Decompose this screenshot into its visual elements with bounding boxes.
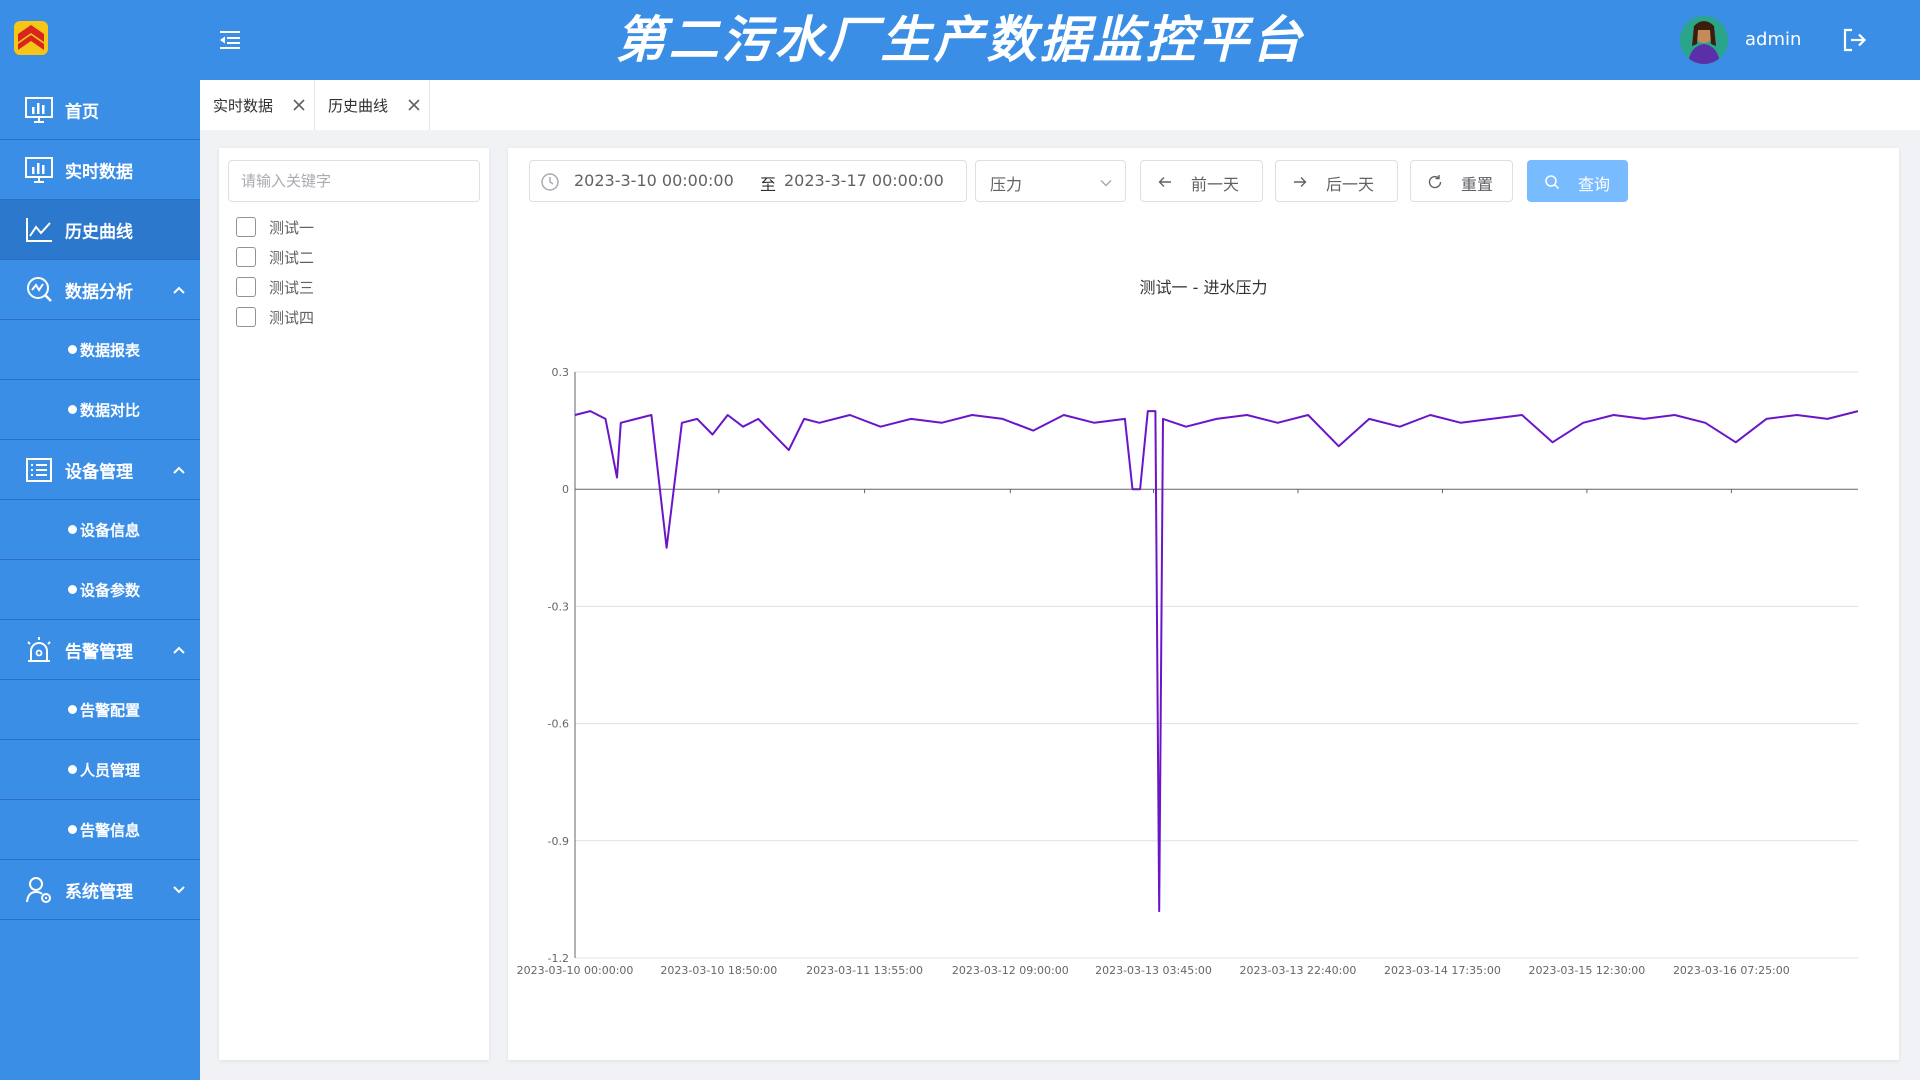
sidebar-subitem-label: 数据报表 — [80, 341, 141, 359]
logout-icon[interactable] — [1840, 26, 1868, 54]
bar-chart-icon — [25, 156, 53, 183]
sidebar-item-label: 告警管理 — [65, 642, 133, 662]
y-tick-label: -0.3 — [548, 600, 569, 613]
sidebar-item-label: 系统管理 — [65, 882, 133, 902]
close-icon[interactable] — [407, 98, 421, 112]
sidebar-item-label: 历史曲线 — [65, 222, 133, 242]
checkbox-label: 测试四 — [269, 308, 315, 327]
checkbox-option[interactable]: 测试三 — [236, 275, 314, 299]
bullet-dot-icon — [68, 344, 77, 354]
point-filter-panel: 测试一 测试二 测试三 测试四 — [219, 148, 489, 1060]
bullet-dot-icon — [68, 764, 77, 774]
tabs-bar: 实时数据 历史曲线 — [200, 80, 1920, 130]
y-tick-label: -0.6 — [548, 718, 569, 731]
chevron-up-icon — [173, 286, 185, 294]
pressure-series-line — [574, 410, 1859, 913]
line-chart-icon — [26, 217, 52, 242]
x-tick-label: 2023-03-16 07:25:00 — [1673, 964, 1790, 977]
analysis-icon — [27, 276, 52, 302]
x-tick-label: 2023-03-12 09:00:00 — [952, 964, 1069, 977]
checkbox-box[interactable] — [236, 307, 256, 327]
chevron-down-icon — [173, 885, 185, 893]
tab-label: 实时数据 — [213, 96, 274, 115]
sidebar-item-label: 实时数据 — [65, 162, 133, 182]
y-tick-label: 0.3 — [552, 366, 570, 379]
sidebar-item-system-management[interactable]: 系统管理 — [0, 860, 200, 920]
chevron-up-icon — [173, 646, 185, 654]
sidebar-item-label: 首页 — [65, 102, 99, 122]
bullet-dot-icon — [68, 704, 77, 714]
tab-history-curve[interactable]: 历史曲线 — [315, 80, 430, 130]
sidebar-subitem-data-report[interactable]: 数据报表 — [0, 320, 200, 380]
sidebar-item-home[interactable]: 首页 — [0, 80, 200, 140]
y-tick-label: -0.9 — [548, 835, 569, 848]
sidebar-subitem-data-compare[interactable]: 数据对比 — [0, 380, 200, 440]
sidebar-subitem-personnel[interactable]: 人员管理 — [0, 740, 200, 800]
sidebar-item-label: 设备管理 — [65, 462, 133, 482]
sidebar-subitem-label: 设备参数 — [80, 581, 141, 599]
bullet-dot-icon — [68, 824, 77, 834]
user-settings-icon — [26, 876, 51, 903]
checkbox-box[interactable] — [236, 217, 256, 237]
chevron-up-icon — [173, 466, 185, 474]
checkbox-label: 测试二 — [269, 248, 315, 267]
bullet-dot-icon — [68, 404, 77, 414]
sidebar-item-data-analysis[interactable]: 数据分析 — [0, 260, 200, 320]
checkbox-label: 测试三 — [269, 278, 315, 297]
sidebar-subitem-label: 告警信息 — [80, 821, 141, 839]
app-title: 第二污水厂生产数据监控平台 — [615, 11, 1305, 69]
history-chart-panel: 2023-3-10 00:00:00 至 2023-3-17 00:00:00 … — [508, 148, 1899, 1060]
username[interactable]: admin — [1745, 28, 1801, 52]
avatar[interactable] — [1680, 16, 1728, 64]
x-tick-label: 2023-03-13 03:45:00 — [1095, 964, 1212, 977]
sidebar-subitem-label: 告警配置 — [80, 701, 141, 719]
y-tick-label: 0 — [562, 483, 569, 496]
tab-label: 历史曲线 — [328, 96, 389, 115]
sidebar-subitem-device-params[interactable]: 设备参数 — [0, 560, 200, 620]
checkbox-option[interactable]: 测试四 — [236, 305, 314, 329]
sidebar-item-device-management[interactable]: 设备管理 — [0, 440, 200, 500]
checkbox-option[interactable]: 测试一 — [236, 215, 314, 239]
sidebar-menu: 首页 实时数据 历史曲线 数据分析 数据报表 数据对比 设备管理 设备信息 设备… — [0, 80, 200, 1080]
pressure-line-chart: 0.30-0.3-0.6-0.9-1.22023-03-10 00:00:00 2… — [517, 366, 1859, 977]
sidebar-item-realtime-data[interactable]: 实时数据 — [0, 140, 200, 200]
sidebar-subitem-label: 人员管理 — [80, 761, 141, 779]
sidebar-subitem-alarm-config[interactable]: 告警配置 — [0, 680, 200, 740]
avatar-image-icon — [1680, 16, 1728, 64]
sidebar-subitem-alarm-info[interactable]: 告警信息 — [0, 800, 200, 860]
x-tick-label: 2023-03-10 18:50:00 — [660, 964, 777, 977]
sidebar-item-history-curve[interactable]: 历史曲线 — [0, 200, 200, 260]
bullet-dot-icon — [68, 524, 77, 534]
checkbox-label: 测试一 — [269, 218, 315, 237]
sidebar-subitem-label: 设备信息 — [80, 521, 141, 539]
bullet-dot-icon — [68, 584, 77, 594]
dashboard-icon — [25, 96, 53, 123]
sidebar-subitem-label: 数据对比 — [80, 401, 141, 419]
checkbox-box[interactable] — [236, 247, 256, 267]
checkbox-option[interactable]: 测试二 — [236, 245, 314, 269]
x-tick-label: 2023-03-14 17:35:00 — [1384, 964, 1501, 977]
x-tick-label: 2023-03-13 22:40:00 — [1240, 964, 1357, 977]
sidebar-subitem-device-info[interactable]: 设备信息 — [0, 500, 200, 560]
tab-realtime-data[interactable]: 实时数据 — [200, 80, 315, 130]
sidebar-item-label: 数据分析 — [65, 282, 133, 302]
x-tick-label: 2023-03-10 00:00:00 — [517, 964, 634, 977]
keyword-search-input[interactable] — [228, 160, 480, 202]
checkbox-box[interactable] — [236, 277, 256, 297]
x-tick-label: 2023-03-11 13:55:00 — [806, 964, 923, 977]
top-header: 第二污水厂生产数据监控平台 admin — [0, 0, 1920, 80]
x-tick-label: 2023-03-15 12:30:00 — [1528, 964, 1645, 977]
close-icon[interactable] — [292, 98, 306, 112]
sidebar-item-alarm-management[interactable]: 告警管理 — [0, 620, 200, 680]
list-icon — [26, 457, 52, 482]
alarm-icon — [27, 636, 51, 662]
